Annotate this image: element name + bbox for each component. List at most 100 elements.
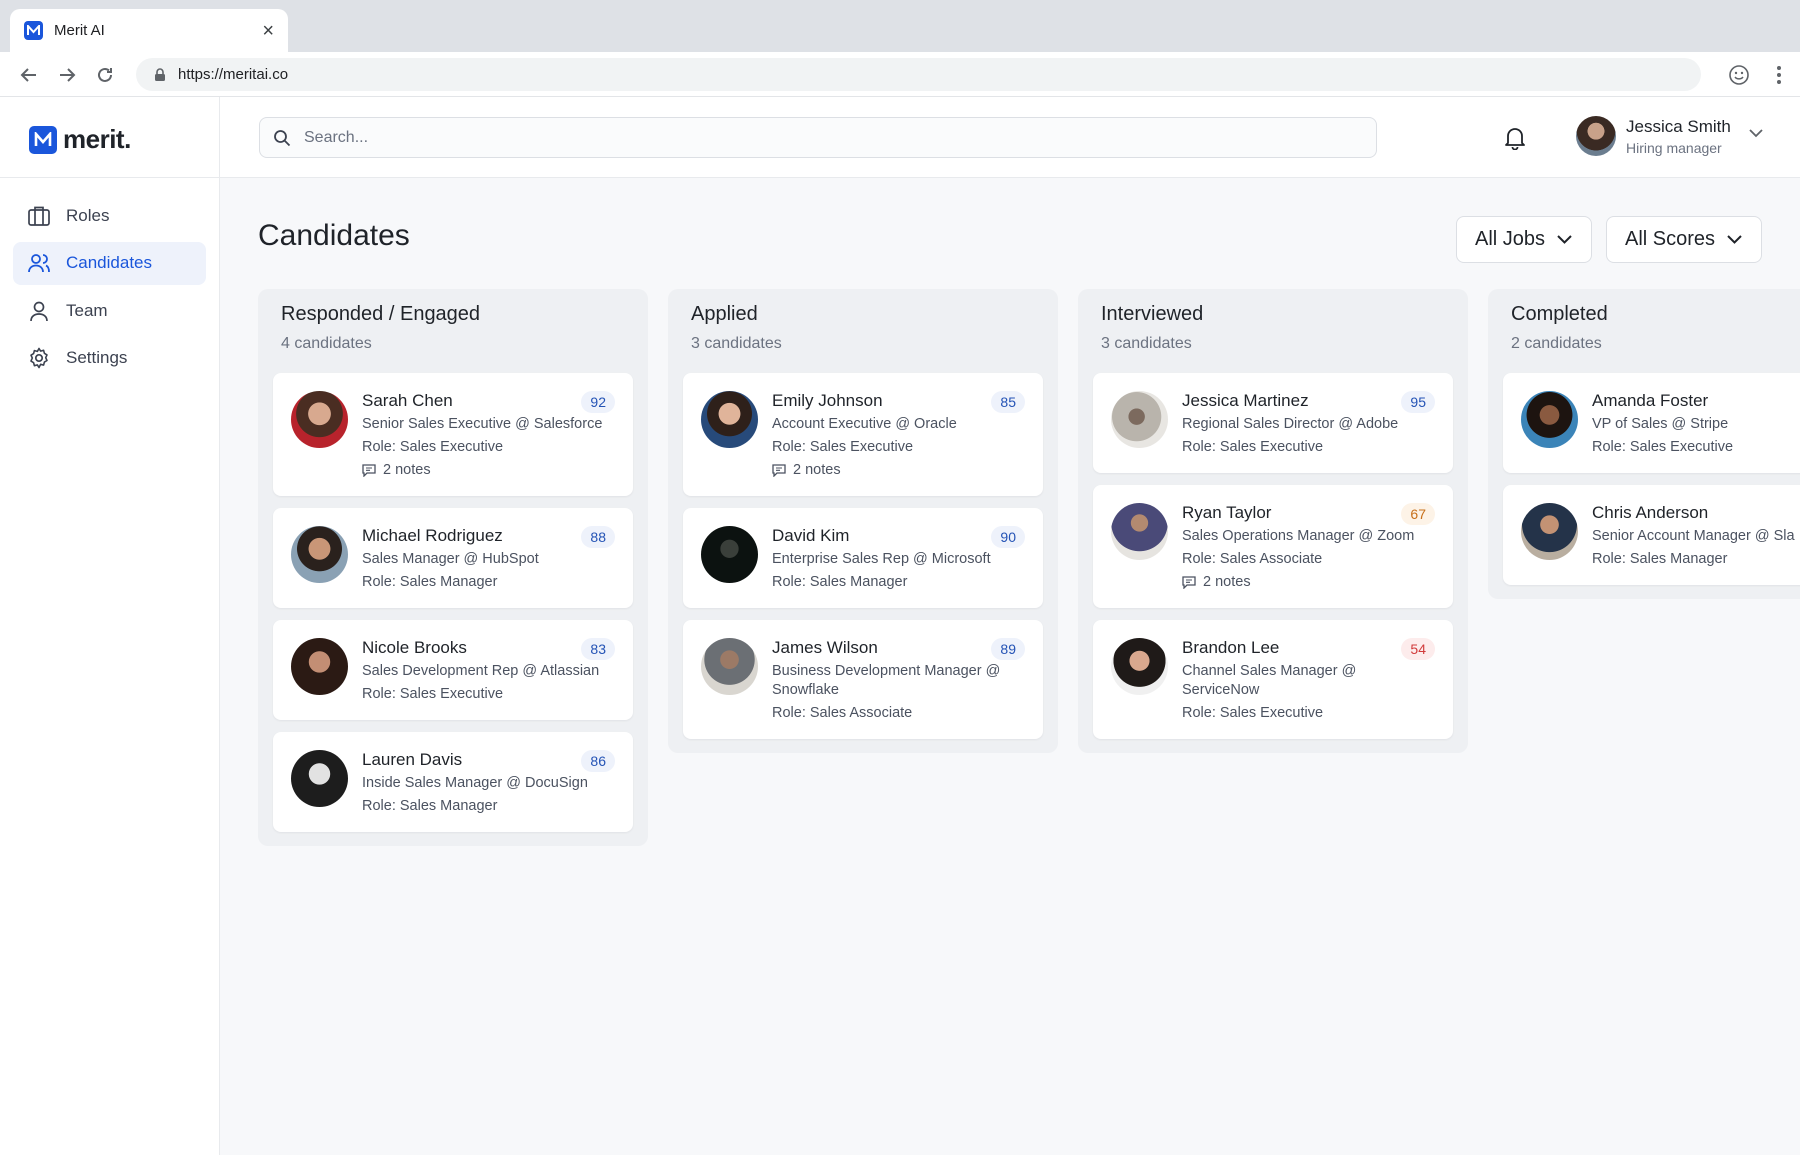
user-info: Jessica Smith Hiring manager	[1626, 117, 1731, 156]
score-badge: 89	[991, 638, 1025, 660]
score-badge: 86	[581, 750, 615, 772]
column-count: 3 candidates	[1101, 335, 1192, 352]
user-icon	[27, 299, 51, 323]
forward-arrow-icon[interactable]	[54, 62, 80, 88]
column-title: Responded / Engaged	[281, 303, 481, 325]
sidebar-item-candidates[interactable]: Candidates	[13, 241, 206, 285]
all-jobs-filter[interactable]: All Jobs	[1456, 216, 1592, 263]
candidate-name: Emily Johnson	[772, 391, 883, 410]
candidate-card[interactable]: Amanda Foster VP of Sales @ Stripe Role:…	[1503, 373, 1800, 473]
avatar	[1576, 116, 1616, 156]
merit-logo-icon	[29, 125, 57, 154]
candidate-card[interactable]: Sarah Chen Senior Sales Executive @ Sale…	[273, 373, 633, 496]
users-icon	[27, 251, 51, 275]
candidate-title: VP of Sales @ Stripe	[1592, 416, 1729, 432]
candidate-card[interactable]: Nicole Brooks Sales Development Rep @ At…	[273, 620, 633, 720]
user-menu[interactable]: Jessica Smith Hiring manager	[1576, 116, 1763, 156]
column-title: Applied	[691, 303, 758, 325]
sidebar-item-label: Candidates	[66, 253, 153, 272]
sidebar-item-team[interactable]: Team	[13, 289, 206, 332]
column-count: 2 candidates	[1511, 335, 1602, 352]
candidate-role: Role: Sales Manager	[362, 574, 498, 590]
notes-count: 2 notes	[383, 462, 431, 478]
score-badge: 92	[581, 391, 615, 413]
candidate-notes: 2 notes	[1182, 573, 1435, 592]
candidate-name: Chris Anderson	[1592, 503, 1709, 522]
candidate-title: Account Executive @ Oracle	[772, 416, 957, 432]
avatar	[1521, 391, 1578, 448]
candidate-name: Brandon Lee	[1182, 638, 1280, 657]
candidate-card[interactable]: James Wilson Business Development Manage…	[683, 620, 1043, 739]
candidate-title: Inside Sales Manager @ DocuSign	[362, 775, 588, 791]
candidate-card[interactable]: Chris Anderson Senior Account Manager @ …	[1503, 485, 1800, 585]
score-badge: 95	[1401, 391, 1435, 413]
main-content: Candidates All Jobs All Scores Responded…	[220, 178, 1800, 1155]
user-name: Jessica Smith	[1626, 116, 1731, 136]
comment-icon	[362, 464, 376, 477]
candidate-card[interactable]: Emily Johnson Account Executive @ Oracle…	[683, 373, 1043, 496]
candidate-title: Channel Sales Manager @ ServiceNow	[1182, 663, 1357, 698]
sidebar-item-roles[interactable]: Roles	[13, 194, 206, 237]
candidate-role: Role: Sales Executive	[772, 439, 914, 455]
url-field[interactable]: https://meritai.co	[136, 58, 1701, 91]
candidate-title: Sales Operations Manager @ Zoom	[1182, 528, 1415, 544]
candidate-title: Sales Manager @ HubSpot	[362, 551, 539, 567]
candidate-role: Role: Sales Manager	[772, 574, 908, 590]
sidebar-item-label: Roles	[66, 205, 110, 225]
column-title: Completed	[1511, 303, 1608, 325]
merit-logo[interactable]: merit.	[29, 124, 131, 155]
score-badge: 83	[581, 638, 615, 660]
avatar	[291, 750, 348, 807]
all-scores-filter[interactable]: All Scores	[1606, 216, 1762, 263]
comment-icon	[1182, 576, 1196, 589]
candidate-role: Role: Sales Executive	[1182, 705, 1324, 721]
score-badge: 54	[1401, 638, 1435, 660]
avatar	[291, 391, 348, 448]
candidate-card[interactable]: Michael Rodriguez Sales Manager @ HubSpo…	[273, 508, 633, 608]
notification-bell-icon[interactable]	[1501, 124, 1529, 152]
candidate-card[interactable]: David Kim Enterprise Sales Rep @ Microso…	[683, 508, 1043, 608]
candidate-role: Role: Sales Executive	[1592, 439, 1734, 455]
candidate-title: Senior Account Manager @ Sla	[1592, 528, 1795, 544]
candidate-role: Role: Sales Manager	[362, 798, 498, 814]
column-count: 4 candidates	[281, 335, 372, 352]
avatar	[1111, 638, 1168, 695]
app-header: Jessica Smith Hiring manager	[220, 97, 1800, 178]
browser-tab[interactable]: Merit AI ×	[10, 9, 288, 52]
close-tab-icon[interactable]: ×	[262, 21, 274, 41]
briefcase-icon	[27, 204, 51, 228]
notes-count: 2 notes	[1203, 574, 1251, 590]
search-input[interactable]	[304, 128, 1344, 147]
more-menu-icon[interactable]	[1766, 62, 1792, 88]
candidate-title: Regional Sales Director @ Adobe	[1182, 416, 1399, 432]
pipeline-column-interviewed: Interviewed 3 candidates Jessica Martine…	[1078, 289, 1468, 753]
browser-address-bar: https://meritai.co	[0, 52, 1800, 97]
comment-icon	[772, 464, 786, 477]
sidebar-item-settings[interactable]: Settings	[13, 337, 206, 380]
candidate-role: Role: Sales Associate	[772, 705, 913, 721]
candidate-role: Role: Sales Associate	[1182, 551, 1323, 567]
candidate-name: Amanda Foster	[1592, 391, 1709, 410]
candidate-card[interactable]: Ryan Taylor Sales Operations Manager @ Z…	[1093, 485, 1453, 608]
url-text: https://meritai.co	[178, 66, 289, 83]
candidate-role: Role: Sales Executive	[362, 439, 504, 455]
sidebar-item-label: Team	[66, 300, 108, 320]
search-box[interactable]	[259, 117, 1377, 158]
candidate-card[interactable]: Lauren Davis Inside Sales Manager @ Docu…	[273, 732, 633, 832]
column-count: 3 candidates	[691, 335, 782, 352]
profile-smiley-icon[interactable]	[1726, 62, 1752, 88]
sidebar: merit. Roles Candidates Team Settings	[0, 97, 220, 1155]
candidate-notes: 2 notes	[772, 461, 1025, 480]
candidate-role: Role: Sales Manager	[1592, 551, 1728, 567]
avatar	[701, 526, 758, 583]
avatar	[291, 526, 348, 583]
user-role: Hiring manager	[1626, 139, 1722, 156]
filter-label: All Jobs	[1475, 228, 1546, 250]
candidate-title: Business Development Manager @ Snowflake	[772, 663, 1001, 698]
candidate-card[interactable]: Jessica Martinez Regional Sales Director…	[1093, 373, 1453, 473]
browser-tab-bar: Merit AI ×	[0, 0, 1800, 52]
back-arrow-icon[interactable]	[16, 62, 42, 88]
lock-icon	[155, 67, 165, 81]
reload-icon[interactable]	[92, 62, 118, 88]
candidate-card[interactable]: Brandon Lee Channel Sales Manager @ Serv…	[1093, 620, 1453, 739]
